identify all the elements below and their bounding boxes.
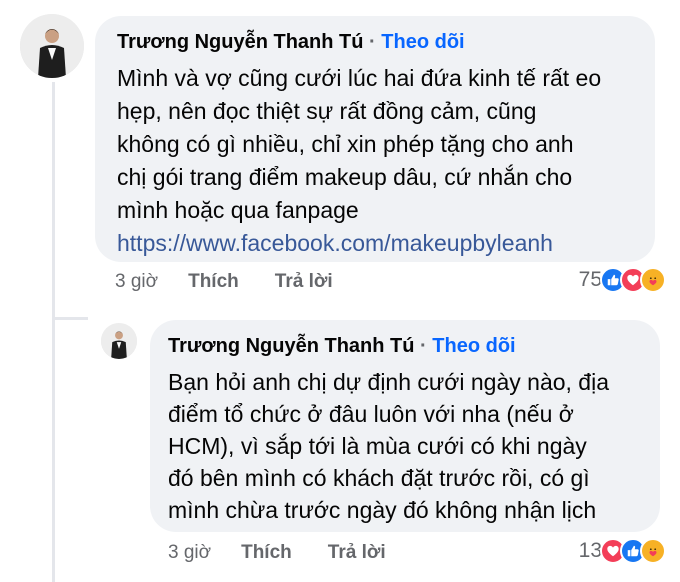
reaction-count: 75: [578, 268, 602, 291]
comment-text-line: Mình và vợ cũng cưới lúc hai đứa kinh tế…: [117, 65, 602, 91]
care-icon: [640, 538, 666, 564]
comment-text: Mình và vợ cũng cưới lúc hai đứa kinh tế…: [117, 62, 601, 260]
reply-button[interactable]: Trả lời: [275, 271, 333, 293]
reply-text-line: điểm tổ chức ở đâu luôn với nha (nếu ở: [168, 401, 574, 427]
like-button[interactable]: Thích: [188, 271, 239, 293]
comment-link[interactable]: https://www.facebook.com/makeupbyleanh: [117, 227, 601, 260]
reply-reaction-summary[interactable]: 13: [579, 538, 666, 564]
comment-bubble: Trương Nguyễn Thanh Tú · Theo dõi Mình v…: [95, 16, 655, 262]
follow-button[interactable]: Theo dõi: [381, 31, 464, 53]
reply-author-name[interactable]: Trương Nguyễn Thanh Tú: [168, 335, 414, 357]
comment-actions: 3 giờ Thích Trả lời: [115, 271, 369, 293]
author-name[interactable]: Trương Nguyễn Thanh Tú: [117, 31, 363, 53]
reaction-summary[interactable]: 75: [579, 267, 666, 293]
reply-text-line: mình chừa trước ngày đó không nhận lịch: [168, 497, 597, 523]
comment-text-line: không có gì nhiều, chỉ xin phép tặng cho…: [117, 131, 574, 157]
reply-bubble: Trương Nguyễn Thanh Tú · Theo dõi Bạn hỏ…: [150, 320, 660, 532]
reply-timestamp[interactable]: 3 giờ: [168, 542, 211, 564]
separator-dot: ·: [369, 31, 376, 53]
reply-header: Trương Nguyễn Thanh Tú · Theo dõi: [168, 335, 516, 358]
care-icon: [640, 267, 666, 293]
thread-line-vertical: [52, 82, 55, 582]
comment-text-line: hẹp, nên đọc thiệt sự rất đồng cảm, cũng: [117, 98, 537, 124]
comment-header: Trương Nguyễn Thanh Tú · Theo dõi: [117, 31, 465, 54]
avatar[interactable]: [20, 14, 84, 78]
timestamp[interactable]: 3 giờ: [115, 271, 158, 293]
separator-dot: ·: [420, 335, 427, 357]
thread-line-branch: [52, 317, 88, 320]
reply-reply-button[interactable]: Trả lời: [328, 542, 386, 564]
reply-follow-button[interactable]: Theo dõi: [432, 335, 515, 357]
reply-actions: 3 giờ Thích Trả lời: [168, 542, 422, 564]
reply-like-button[interactable]: Thích: [241, 542, 292, 564]
reply-avatar[interactable]: [101, 323, 137, 359]
reply-text: Bạn hỏi anh chị dự định cưới ngày nào, đ…: [168, 366, 609, 526]
reply-text-line: Bạn hỏi anh chị dự định cưới ngày nào, đ…: [168, 369, 609, 395]
reply-text-line: đó bên mình có khách đặt trước rồi, có g…: [168, 465, 590, 491]
avatar-person-image: [101, 323, 137, 359]
comment-text-line: mình hoặc qua fanpage: [117, 197, 359, 223]
avatar-person-image: [20, 14, 84, 78]
comment-text-line: chị gói trang điểm makeup dâu, cứ nhắn c…: [117, 164, 573, 190]
reaction-count: 13: [578, 539, 602, 562]
reply-text-line: HCM), vì sắp tới là mùa cưới có khi ngày: [168, 433, 587, 459]
